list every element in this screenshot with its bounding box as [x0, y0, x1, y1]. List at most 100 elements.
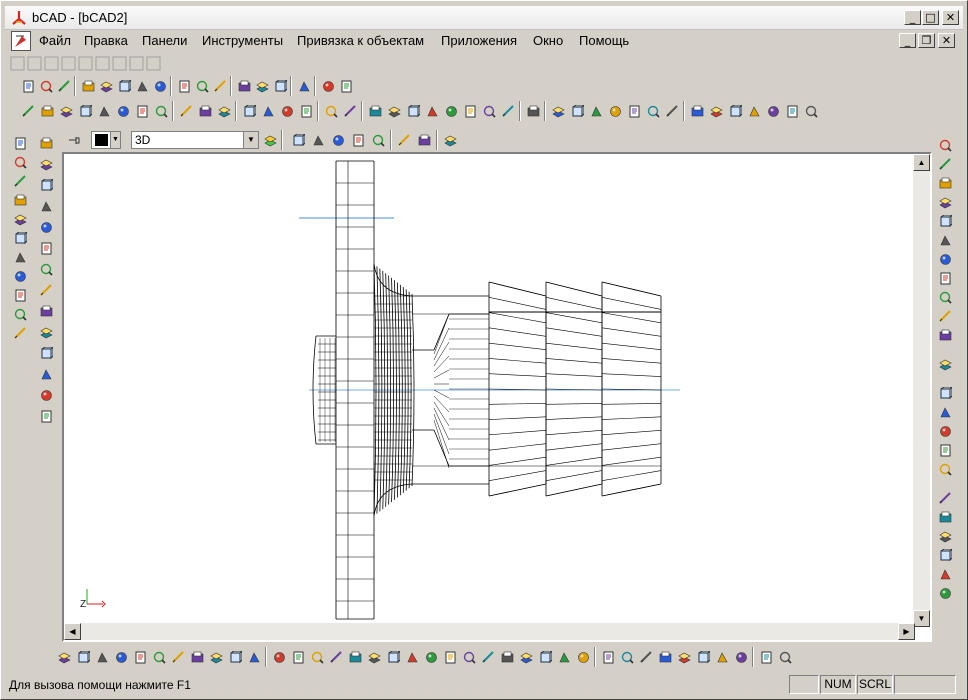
- menu-apps[interactable]: Приложения: [441, 33, 517, 48]
- dim-linear-icon[interactable]: [936, 136, 954, 154]
- obj-1-icon[interactable]: [55, 648, 73, 666]
- dim-ordinate-icon[interactable]: [936, 269, 954, 287]
- layers-3d-icon[interactable]: [936, 422, 954, 440]
- new-icon[interactable]: [19, 77, 37, 95]
- cylinder-icon[interactable]: [384, 648, 402, 666]
- persp-icon[interactable]: [395, 131, 413, 149]
- menu-window[interactable]: Окно: [533, 33, 563, 48]
- import-icon[interactable]: [55, 77, 73, 95]
- solid-g-icon[interactable]: [536, 648, 554, 666]
- pencil-icon[interactable]: [76, 102, 94, 120]
- layers-a-icon[interactable]: [568, 102, 586, 120]
- trim-icon[interactable]: [37, 386, 55, 404]
- color-picker[interactable]: ▼: [91, 131, 121, 149]
- solid-f-icon[interactable]: [517, 648, 535, 666]
- dim-radius-icon[interactable]: [936, 193, 954, 211]
- pyramid-icon[interactable]: [289, 648, 307, 666]
- layers-icon[interactable]: [196, 102, 214, 120]
- hatch-view-icon[interactable]: [441, 131, 459, 149]
- split-icon[interactable]: [524, 102, 542, 120]
- stack-icon[interactable]: [936, 403, 954, 421]
- slope-icon[interactable]: [37, 407, 55, 425]
- arc-icon[interactable]: [11, 172, 29, 190]
- render-icon[interactable]: [802, 102, 820, 120]
- copy-icon[interactable]: [253, 77, 271, 95]
- render-preview-icon[interactable]: [369, 131, 387, 149]
- grid-icon[interactable]: [240, 102, 258, 120]
- dim-baseline-icon[interactable]: [936, 231, 954, 249]
- house-edit-icon[interactable]: [936, 565, 954, 583]
- layer-stack-icon[interactable]: [215, 102, 233, 120]
- stop-icon[interactable]: [764, 102, 782, 120]
- solid-c-icon[interactable]: [460, 648, 478, 666]
- chamfer-icon[interactable]: [37, 155, 55, 173]
- open-icon[interactable]: [97, 77, 115, 95]
- paint-icon[interactable]: [322, 102, 340, 120]
- horizontal-scrollbar[interactable]: ◀ ▶: [64, 623, 915, 640]
- view-iso-icon[interactable]: [480, 102, 498, 120]
- solid-i-icon[interactable]: [574, 648, 592, 666]
- material-h-icon[interactable]: [732, 648, 750, 666]
- wedge-icon[interactable]: [308, 648, 326, 666]
- rectangle-icon[interactable]: [11, 210, 29, 228]
- cube-icon[interactable]: [270, 648, 288, 666]
- dots-icon[interactable]: [226, 648, 244, 666]
- torus-icon[interactable]: [365, 648, 383, 666]
- material-c-icon[interactable]: [637, 648, 655, 666]
- table-icon[interactable]: [278, 102, 296, 120]
- box-icon[interactable]: [403, 648, 421, 666]
- flag-icon[interactable]: [757, 648, 775, 666]
- zoom-in-icon[interactable]: [38, 102, 56, 120]
- material-g-icon[interactable]: [713, 648, 731, 666]
- fillet-icon[interactable]: [37, 176, 55, 194]
- ellipse-icon[interactable]: [11, 305, 29, 323]
- orbit-icon[interactable]: [726, 102, 744, 120]
- layers-b-icon[interactable]: [587, 102, 605, 120]
- polyline-icon[interactable]: [11, 191, 29, 209]
- xyz-icon[interactable]: [936, 384, 954, 402]
- text-icon[interactable]: [11, 229, 29, 247]
- solid-b-icon[interactable]: [441, 648, 459, 666]
- grid-c-icon[interactable]: [207, 648, 225, 666]
- line-icon[interactable]: [11, 134, 29, 152]
- align-icon[interactable]: [150, 648, 168, 666]
- document-icon[interactable]: [11, 31, 31, 51]
- move-icon[interactable]: [193, 77, 211, 95]
- database-icon[interactable]: [936, 460, 954, 478]
- view-top-icon[interactable]: [442, 102, 460, 120]
- block-icon[interactable]: [37, 302, 55, 320]
- light-pen-icon[interactable]: [936, 508, 954, 526]
- layers-d-icon[interactable]: [625, 102, 643, 120]
- brush-icon[interactable]: [341, 102, 359, 120]
- wireframe-icon[interactable]: [289, 131, 307, 149]
- zoom-window-icon[interactable]: [57, 102, 75, 120]
- ortho-icon[interactable]: [259, 102, 277, 120]
- house-icon[interactable]: [936, 546, 954, 564]
- menu-edit[interactable]: Правка: [84, 33, 128, 48]
- picture-icon[interactable]: [297, 102, 315, 120]
- dimension-icon[interactable]: [152, 102, 170, 120]
- spline-icon[interactable]: [37, 218, 55, 236]
- edit-icon[interactable]: [235, 77, 253, 95]
- view-ne-icon[interactable]: [499, 102, 517, 120]
- house-3d-icon[interactable]: [936, 584, 954, 602]
- menu-panels[interactable]: Панели: [142, 33, 187, 48]
- obj-3-icon[interactable]: [93, 648, 111, 666]
- view-left-icon[interactable]: [404, 102, 422, 120]
- hatch-icon[interactable]: [11, 248, 29, 266]
- eye-icon[interactable]: [95, 102, 113, 120]
- new-doc-icon[interactable]: [37, 77, 55, 95]
- gear-icon[interactable]: [177, 102, 195, 120]
- sheets-icon[interactable]: [936, 441, 954, 459]
- layer-icon[interactable]: [114, 102, 132, 120]
- dim-aligned-icon[interactable]: [936, 155, 954, 173]
- view-right-icon[interactable]: [423, 102, 441, 120]
- solid-e-icon[interactable]: [498, 648, 516, 666]
- layers-e-icon[interactable]: [644, 102, 662, 120]
- zoom-real-icon[interactable]: [707, 102, 725, 120]
- material-b-icon[interactable]: [618, 648, 636, 666]
- hand-icon[interactable]: [133, 102, 151, 120]
- offset-icon[interactable]: [37, 197, 55, 215]
- view-front-icon[interactable]: [366, 102, 384, 120]
- minimize-button[interactable]: _: [904, 10, 921, 25]
